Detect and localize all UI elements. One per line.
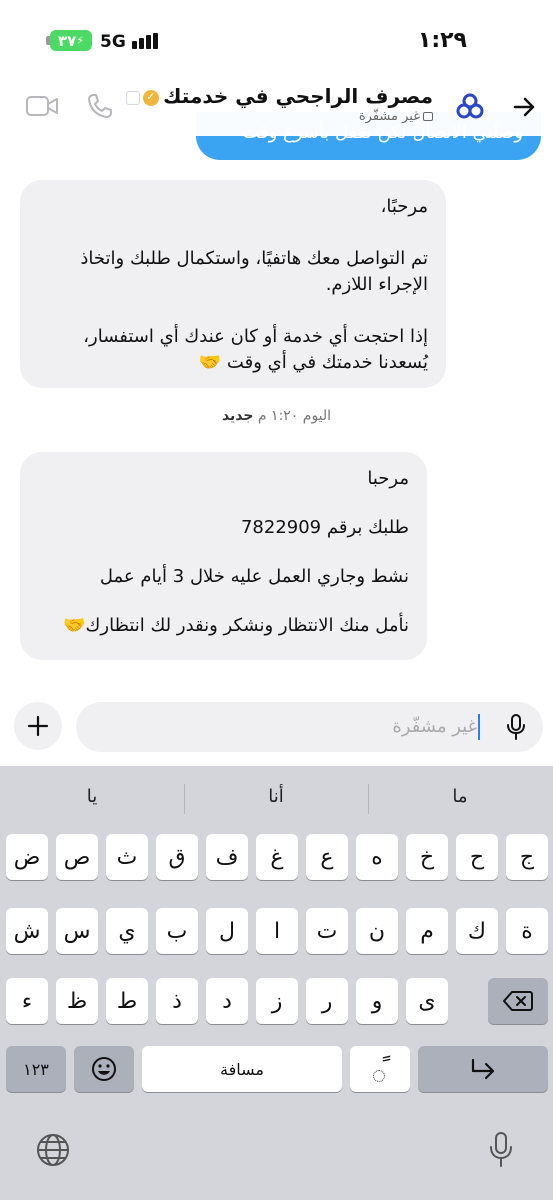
key[interactable]: س xyxy=(56,908,98,954)
contact-name: مصرف الراجحي في خدمتك xyxy=(163,84,433,108)
return-key[interactable] xyxy=(418,1046,548,1092)
suggestion-item[interactable]: يا xyxy=(0,786,184,807)
message-paragraph: مرحبًا، xyxy=(380,196,428,217)
message-paragraph: مرحبا xyxy=(367,468,409,489)
key[interactable]: ة xyxy=(506,908,548,954)
encryption-status: غير مشفّرة xyxy=(126,109,433,124)
back-arrow-icon[interactable] xyxy=(511,94,537,120)
video-call-icon[interactable] xyxy=(26,94,58,118)
received-message[interactable]: مرحبًا، تم التواصل معك هاتفيًا، واستكمال… xyxy=(20,180,446,388)
network-type: 5G xyxy=(100,32,126,52)
text-caret xyxy=(478,714,480,740)
key[interactable]: خ xyxy=(406,834,448,880)
battery-indicator: ⚡ ٣٧ xyxy=(50,30,92,51)
key[interactable]: ك xyxy=(456,908,498,954)
phone-call-icon[interactable] xyxy=(86,92,114,120)
voice-message-icon[interactable] xyxy=(505,714,527,740)
emoji-key[interactable] xyxy=(74,1046,134,1092)
message-paragraph: نشط وجاري العمل عليه خلال 3 أيام عمل xyxy=(99,566,409,587)
tanween-key[interactable]: ً xyxy=(350,1046,410,1092)
unlocked-icon xyxy=(423,112,433,121)
suggestion-item[interactable]: أنا xyxy=(184,786,368,807)
key[interactable]: ف xyxy=(206,834,248,880)
key[interactable]: ط xyxy=(106,978,148,1024)
key[interactable]: ث xyxy=(106,834,148,880)
numbers-key[interactable]: ١٢٣ xyxy=(6,1046,66,1092)
suggestion-item[interactable]: ما xyxy=(368,786,552,807)
conversation-header: مصرف الراجحي في خدمتك غير مشفّرة xyxy=(0,80,553,136)
encryption-status-text: غير مشفّرة xyxy=(358,109,420,124)
dictation-mic-icon[interactable] xyxy=(489,1132,513,1168)
key[interactable]: ض xyxy=(6,834,48,880)
verified-badge-icon xyxy=(143,89,160,106)
key[interactable]: ع xyxy=(306,834,348,880)
key[interactable]: م xyxy=(406,908,448,954)
message-paragraph: نأمل منك الانتظار ونشكر ونقدر لك انتظارك… xyxy=(63,615,409,636)
battery-level: ٣٧ xyxy=(57,31,77,50)
dotted-circle-icon xyxy=(373,1070,385,1082)
key[interactable]: ق xyxy=(156,834,198,880)
plus-icon xyxy=(27,715,49,737)
message-paragraph: تم التواصل معك هاتفيًا، واستكمال طلبك وا… xyxy=(80,248,428,295)
key[interactable]: ج xyxy=(506,834,548,880)
message-paragraph: إذا احتجت أي خدمة أو كان عندك أي استفسار… xyxy=(83,326,428,373)
suggestion-bar: يا أنا ما xyxy=(0,778,553,818)
message-input[interactable]: غير مشفّرة xyxy=(76,702,543,752)
key[interactable]: ر xyxy=(306,978,348,1024)
key[interactable]: ش xyxy=(6,908,48,954)
return-arrow-icon xyxy=(471,1058,495,1080)
status-bar: ⚡ ٣٧ 5G ١:٢٩ xyxy=(0,0,553,80)
add-attachment-button[interactable] xyxy=(14,702,62,750)
delete-key[interactable] xyxy=(488,978,548,1024)
backspace-icon xyxy=(503,991,533,1011)
message-paragraph: طلبك برقم 7822909 xyxy=(240,517,409,538)
message-timestamp: اليوم ١:٢٠ م جديد xyxy=(0,408,553,424)
key[interactable]: ا xyxy=(256,908,298,954)
key[interactable]: ى xyxy=(406,978,448,1024)
key[interactable]: ز xyxy=(256,978,298,1024)
key[interactable]: و xyxy=(356,978,398,1024)
emoji-icon xyxy=(92,1057,116,1081)
key[interactable]: ن xyxy=(356,908,398,954)
signal-strength-icon xyxy=(132,33,164,49)
received-message[interactable]: مرحبا طلبك برقم 7822909 نشط وجاري العمل … xyxy=(20,452,427,660)
brand-mini-logo-icon xyxy=(126,90,141,105)
contact-title: مصرف الراجحي في خدمتك xyxy=(126,84,433,108)
timestamp-text: اليوم ١:٢٠ م xyxy=(257,408,332,424)
message-input-placeholder: غير مشفّرة xyxy=(392,716,477,737)
contact-info[interactable]: مصرف الراجحي في خدمتك غير مشفّرة xyxy=(126,84,433,124)
globe-icon[interactable] xyxy=(36,1133,70,1167)
key[interactable]: ظ xyxy=(56,978,98,1024)
new-tag: جديد xyxy=(221,408,254,424)
key[interactable]: د xyxy=(206,978,248,1024)
clock: ١:٢٩ xyxy=(417,28,467,53)
key[interactable]: ذ xyxy=(156,978,198,1024)
key[interactable]: ب xyxy=(156,908,198,954)
key[interactable]: ح xyxy=(456,834,498,880)
key[interactable]: ه xyxy=(356,834,398,880)
key[interactable]: ي xyxy=(106,908,148,954)
key[interactable]: ء xyxy=(6,978,48,1024)
key[interactable]: غ xyxy=(256,834,298,880)
key[interactable]: ت xyxy=(306,908,348,954)
bank-logo-icon[interactable] xyxy=(455,92,485,122)
key[interactable]: ل xyxy=(206,908,248,954)
space-key[interactable]: مسافة xyxy=(142,1046,342,1092)
charging-bolt-icon: ⚡ xyxy=(76,34,85,47)
key[interactable]: ص xyxy=(56,834,98,880)
